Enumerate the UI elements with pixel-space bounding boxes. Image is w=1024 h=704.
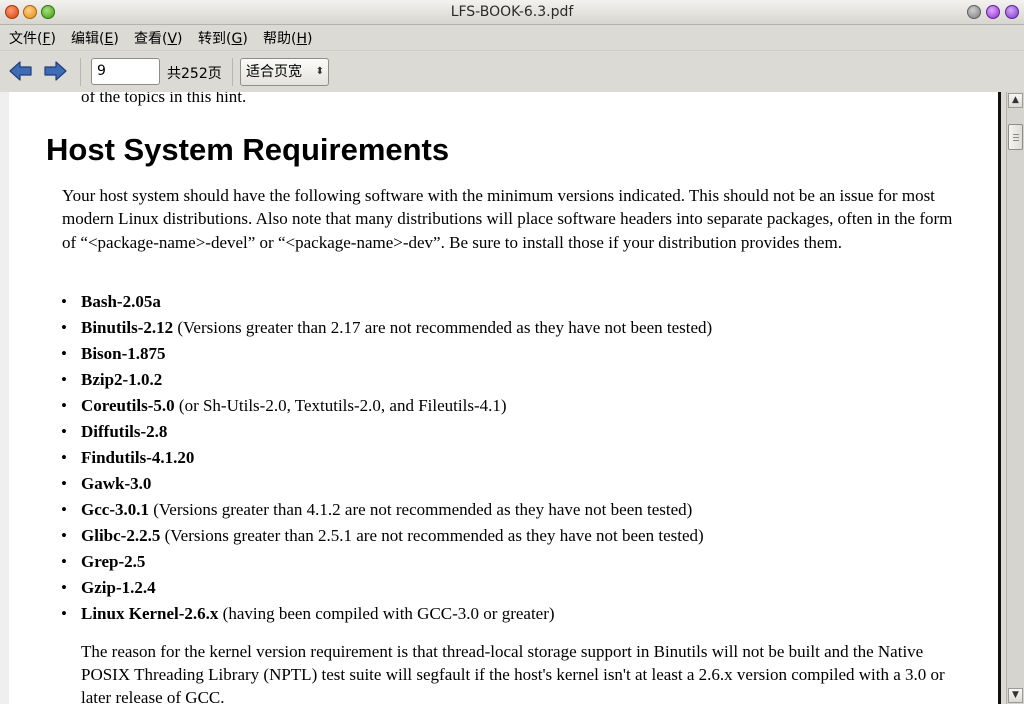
requirement-name: Diffutils-2.8 — [81, 422, 168, 441]
list-item: • Gawk-3.0 — [61, 471, 712, 497]
list-item: • Glibc-2.2.5 (Versions greater than 2.5.… — [61, 523, 712, 549]
requirement-name: Binutils-2.12 — [81, 318, 174, 337]
menu-go[interactable]: 转到(G) — [198, 28, 248, 48]
bullet-icon: • — [61, 292, 67, 311]
zoom-value: 适合页宽 — [246, 64, 302, 80]
up-arrow-icon: ▲ — [1012, 95, 1019, 105]
requirement-name: Gawk-3.0 — [81, 474, 152, 493]
menu-edit[interactable]: 编辑(E) — [71, 28, 119, 48]
previous-page-text: of the topics in this hint. — [81, 92, 247, 106]
list-item: • Binutils-2.12 (Versions greater than 2.… — [61, 315, 712, 341]
updown-arrows-icon: ⬍ — [315, 66, 324, 77]
list-item: • Coreutils-5.0 (or Sh-Utils-2.0, Textuti… — [61, 393, 712, 419]
list-item: • Linux Kernel-2.6.x (having been compile… — [61, 601, 712, 627]
window-button-violet[interactable] — [1005, 5, 1019, 19]
list-item: • Grep-2.5 — [61, 549, 712, 575]
bullet-icon: • — [61, 578, 67, 597]
toolbar-separator — [80, 58, 81, 86]
bullet-icon: • — [61, 318, 67, 337]
requirement-name: Findutils-4.1.20 — [81, 448, 195, 467]
bullet-icon: • — [61, 526, 67, 545]
reason-paragraph: The reason for the kernel version requir… — [81, 642, 945, 704]
requirement-name: Grep-2.5 — [81, 552, 146, 571]
toolbar-separator — [232, 58, 233, 86]
page-number-input[interactable]: 9 — [91, 58, 160, 85]
bullet-icon: • — [61, 370, 67, 389]
list-item: • Gcc-3.0.1 (Versions greater than 4.1.2 … — [61, 497, 712, 523]
scroll-down-button[interactable]: ▼ — [1008, 688, 1023, 703]
bullet-icon: • — [61, 344, 67, 363]
scroll-up-button[interactable]: ▲ — [1008, 93, 1023, 108]
bullet-icon: • — [61, 474, 67, 493]
bullet-icon: • — [61, 500, 67, 519]
list-item: • Gzip-1.2.4 — [61, 575, 712, 601]
menu-view[interactable]: 查看(V) — [134, 28, 183, 48]
bullet-icon: • — [61, 604, 67, 623]
window-title: LFS-BOOK-6.3.pdf — [450, 4, 574, 20]
requirement-note: (Versions greater than 2.5.1 are not rec… — [164, 526, 704, 545]
list-item: • Bison-1.875 — [61, 341, 712, 367]
bullet-icon: • — [61, 448, 67, 467]
scrollbar-thumb[interactable] — [1008, 124, 1023, 150]
requirement-name: Glibc-2.2.5 — [81, 526, 161, 545]
forward-button[interactable] — [42, 59, 68, 83]
requirement-name: Bzip2-1.0.2 — [81, 370, 163, 389]
section-heading: Host System Requirements — [46, 132, 450, 167]
menu-file[interactable]: 文件(F) — [9, 28, 56, 48]
requirement-note: (Versions greater than 4.1.2 are not rec… — [153, 500, 693, 519]
requirement-name: Linux Kernel-2.6.x — [81, 604, 219, 623]
zoom-select[interactable]: 适合页宽 ⬍ — [240, 58, 329, 86]
list-item: • Diffutils-2.8 — [61, 419, 712, 445]
page-total-label: 共252页 — [167, 66, 222, 82]
bullet-icon: • — [61, 552, 67, 571]
requirement-note: (or Sh-Utils-2.0, Textutils-2.0, and Fil… — [178, 396, 507, 415]
toolbar: 9 共252页 适合页宽 ⬍ — [0, 50, 1024, 92]
requirement-name: Bash-2.05a — [81, 292, 161, 311]
bullet-icon: • — [61, 396, 67, 415]
bullet-icon: • — [61, 422, 67, 441]
window-button-gray[interactable] — [967, 5, 981, 19]
requirements-list: • Bash-2.05a • Binutils-2.12 (Versions grea… — [61, 289, 712, 627]
list-item: • Findutils-4.1.20 — [61, 445, 712, 471]
requirement-note: (having been compiled with GCC-3.0 or gr… — [222, 604, 555, 623]
down-arrow-icon: ▼ — [1012, 690, 1019, 700]
intro-paragraph: Your host system should have the followi… — [62, 186, 953, 252]
menu-bar: 文件(F) 编辑(E) 查看(V) 转到(G) 帮助(H) — [0, 25, 1024, 49]
requirement-name: Coreutils-5.0 — [81, 396, 175, 415]
vertical-scrollbar[interactable]: ▲ ▼ — [1006, 92, 1024, 704]
list-item: • Bash-2.05a — [61, 289, 712, 315]
document-viewport[interactable]: of the topics in this hint. Host System … — [0, 92, 1006, 704]
list-item: • Bzip2-1.0.2 — [61, 367, 712, 393]
requirement-name: Gcc-3.0.1 — [81, 500, 149, 519]
window-titlebar: LFS-BOOK-6.3.pdf — [0, 0, 1024, 25]
forward-arrow-icon — [44, 61, 67, 81]
window-button-purple[interactable] — [986, 5, 1000, 19]
requirement-note: (Versions greater than 2.17 are not reco… — [177, 318, 713, 337]
requirement-name: Bison-1.875 — [81, 344, 166, 363]
menu-help[interactable]: 帮助(H) — [263, 28, 312, 48]
back-button[interactable] — [8, 59, 34, 83]
back-arrow-icon — [9, 61, 32, 81]
requirement-name: Gzip-1.2.4 — [81, 578, 156, 597]
